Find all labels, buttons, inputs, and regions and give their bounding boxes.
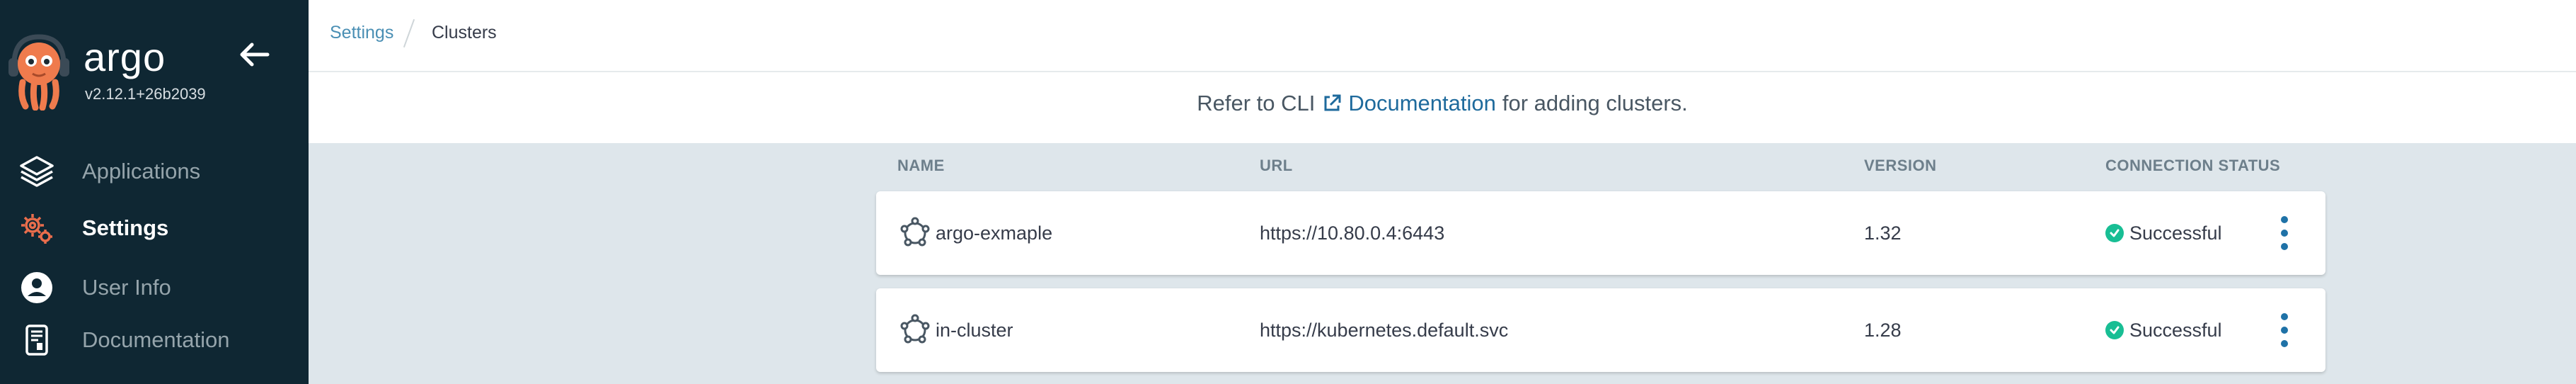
external-link-icon: [1324, 94, 1341, 111]
gear-icon: [18, 210, 55, 247]
sidebar-item-label: User Info: [82, 275, 171, 300]
cluster-url: https://kubernetes.default.svc: [1260, 319, 1509, 341]
top-bar: Settings Clusters: [309, 0, 2576, 72]
argo-logo-icon[interactable]: [7, 33, 71, 111]
brand-name: argo: [84, 35, 166, 79]
sidebar-item-label: Applications: [82, 159, 201, 183]
version-label: v2.12.1+26b2039: [85, 85, 206, 103]
cluster-url: https://10.80.0.4:6443: [1260, 222, 1445, 244]
breadcrumb-settings-link[interactable]: Settings: [330, 23, 393, 43]
cluster-row[interactable]: argo-exmaple https://10.80.0.4:6443 1.32…: [876, 191, 2325, 275]
breadcrumb-current: Clusters: [432, 23, 497, 43]
cluster-status-cell: Successful: [2105, 191, 2222, 275]
sidebar-item-label: Documentation: [82, 327, 230, 352]
sidebar: argo v2.12.1+26b2039 Applications Settin…: [0, 0, 309, 384]
user-icon: [18, 269, 55, 306]
sidebar-item-applications[interactable]: Applications: [0, 149, 309, 194]
cluster-version: 1.28: [1864, 319, 1902, 341]
sidebar-item-user-info[interactable]: User Info: [0, 265, 309, 310]
success-check-icon: [2105, 224, 2124, 242]
sidebar-item-label: Settings: [82, 215, 169, 240]
documentation-link[interactable]: Documentation: [1321, 91, 1496, 116]
cluster-name-cell: in-cluster: [899, 288, 1013, 372]
column-header-version: VERSION: [1864, 157, 1937, 174]
cluster-name: argo-exmaple: [936, 222, 1053, 244]
collapse-sidebar-button[interactable]: [236, 39, 272, 70]
cluster-name-cell: argo-exmaple: [899, 191, 1052, 275]
cluster-status-cell: Successful: [2105, 288, 2222, 372]
cluster-row[interactable]: in-cluster https://kubernetes.default.sv…: [876, 288, 2325, 372]
cluster-icon: [900, 217, 930, 247]
cluster-version: 1.32: [1864, 222, 1902, 244]
arrow-left-icon: [240, 43, 270, 67]
column-header-connection-status: CONNECTION STATUS: [2105, 157, 2281, 174]
info-prefix: Refer to CLI: [1197, 91, 1316, 115]
row-actions-menu-icon[interactable]: [2274, 313, 2295, 347]
status-text: Successful: [2129, 222, 2222, 244]
status-text: Successful: [2129, 319, 2222, 341]
cluster-name: in-cluster: [936, 319, 1013, 341]
row-actions-menu-icon[interactable]: [2274, 216, 2295, 250]
column-header-url: URL: [1260, 157, 1293, 174]
column-header-name: NAME: [897, 157, 945, 174]
sidebar-item-settings[interactable]: Settings: [0, 205, 309, 251]
breadcrumb-separator: [403, 18, 415, 48]
info-suffix: for adding clusters.: [1502, 91, 1688, 115]
success-check-icon: [2105, 321, 2124, 339]
documentation-link-label: Documentation: [1348, 91, 1496, 115]
info-banner: Refer to CLI Documentation for adding cl…: [309, 72, 2576, 143]
cluster-icon: [900, 314, 930, 344]
stack-icon: [18, 153, 55, 190]
sidebar-item-documentation[interactable]: Documentation: [0, 317, 309, 363]
book-icon: [18, 322, 55, 358]
